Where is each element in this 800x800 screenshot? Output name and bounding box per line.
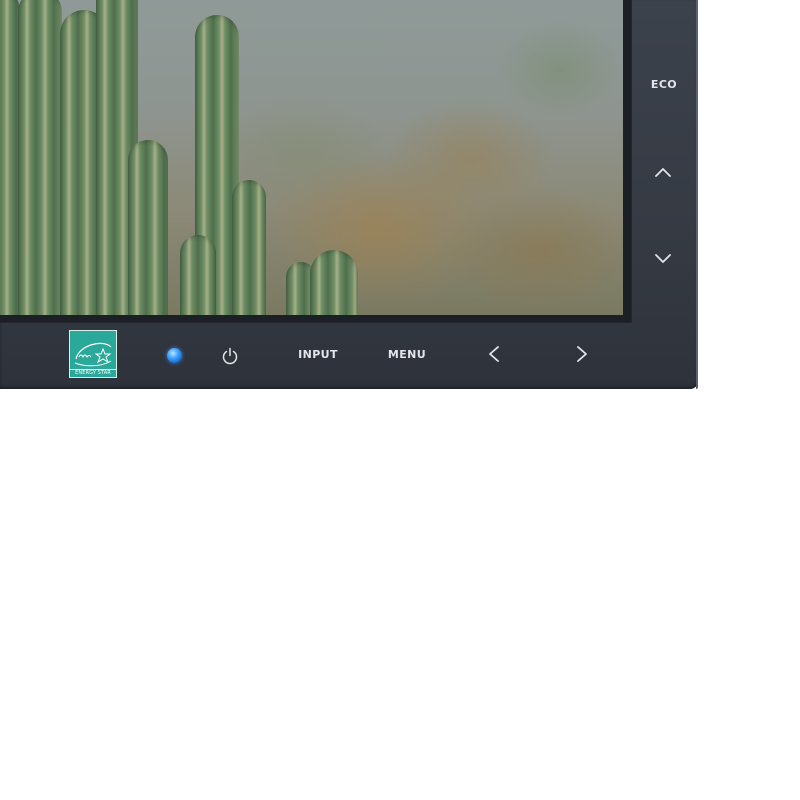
cactus-stem <box>232 180 266 315</box>
monitor-bezel: ECO ENERGY STAR INPUT MENU <box>0 0 698 389</box>
cactus-stem <box>310 250 358 315</box>
cactus-stem <box>18 0 62 315</box>
chevron-right-icon <box>577 346 587 362</box>
eco-button[interactable]: ECO <box>647 78 681 92</box>
energy-star-logo: ENERGY STAR <box>69 330 117 378</box>
power-icon <box>222 347 238 365</box>
screen-wallpaper-cactus <box>0 0 623 315</box>
power-led-indicator <box>167 348 182 363</box>
menu-button[interactable]: MENU <box>386 348 428 362</box>
cactus-stem <box>128 140 168 315</box>
chevron-down-icon <box>655 254 671 263</box>
power-button[interactable] <box>218 344 242 368</box>
down-button[interactable] <box>651 247 675 271</box>
chevron-left-icon <box>489 346 499 362</box>
energy-star-icon <box>74 342 112 367</box>
monitor-screen <box>0 0 631 322</box>
input-button[interactable]: INPUT <box>296 348 340 362</box>
cactus-stem <box>0 0 20 315</box>
up-button[interactable] <box>651 160 675 184</box>
product-photo: ECO ENERGY STAR INPUT MENU <box>0 0 800 800</box>
cactus-stem <box>180 235 216 315</box>
right-button[interactable] <box>570 342 594 366</box>
energy-star-label: ENERGY STAR <box>70 369 116 377</box>
chevron-up-icon <box>655 168 671 177</box>
left-button[interactable] <box>482 342 506 366</box>
